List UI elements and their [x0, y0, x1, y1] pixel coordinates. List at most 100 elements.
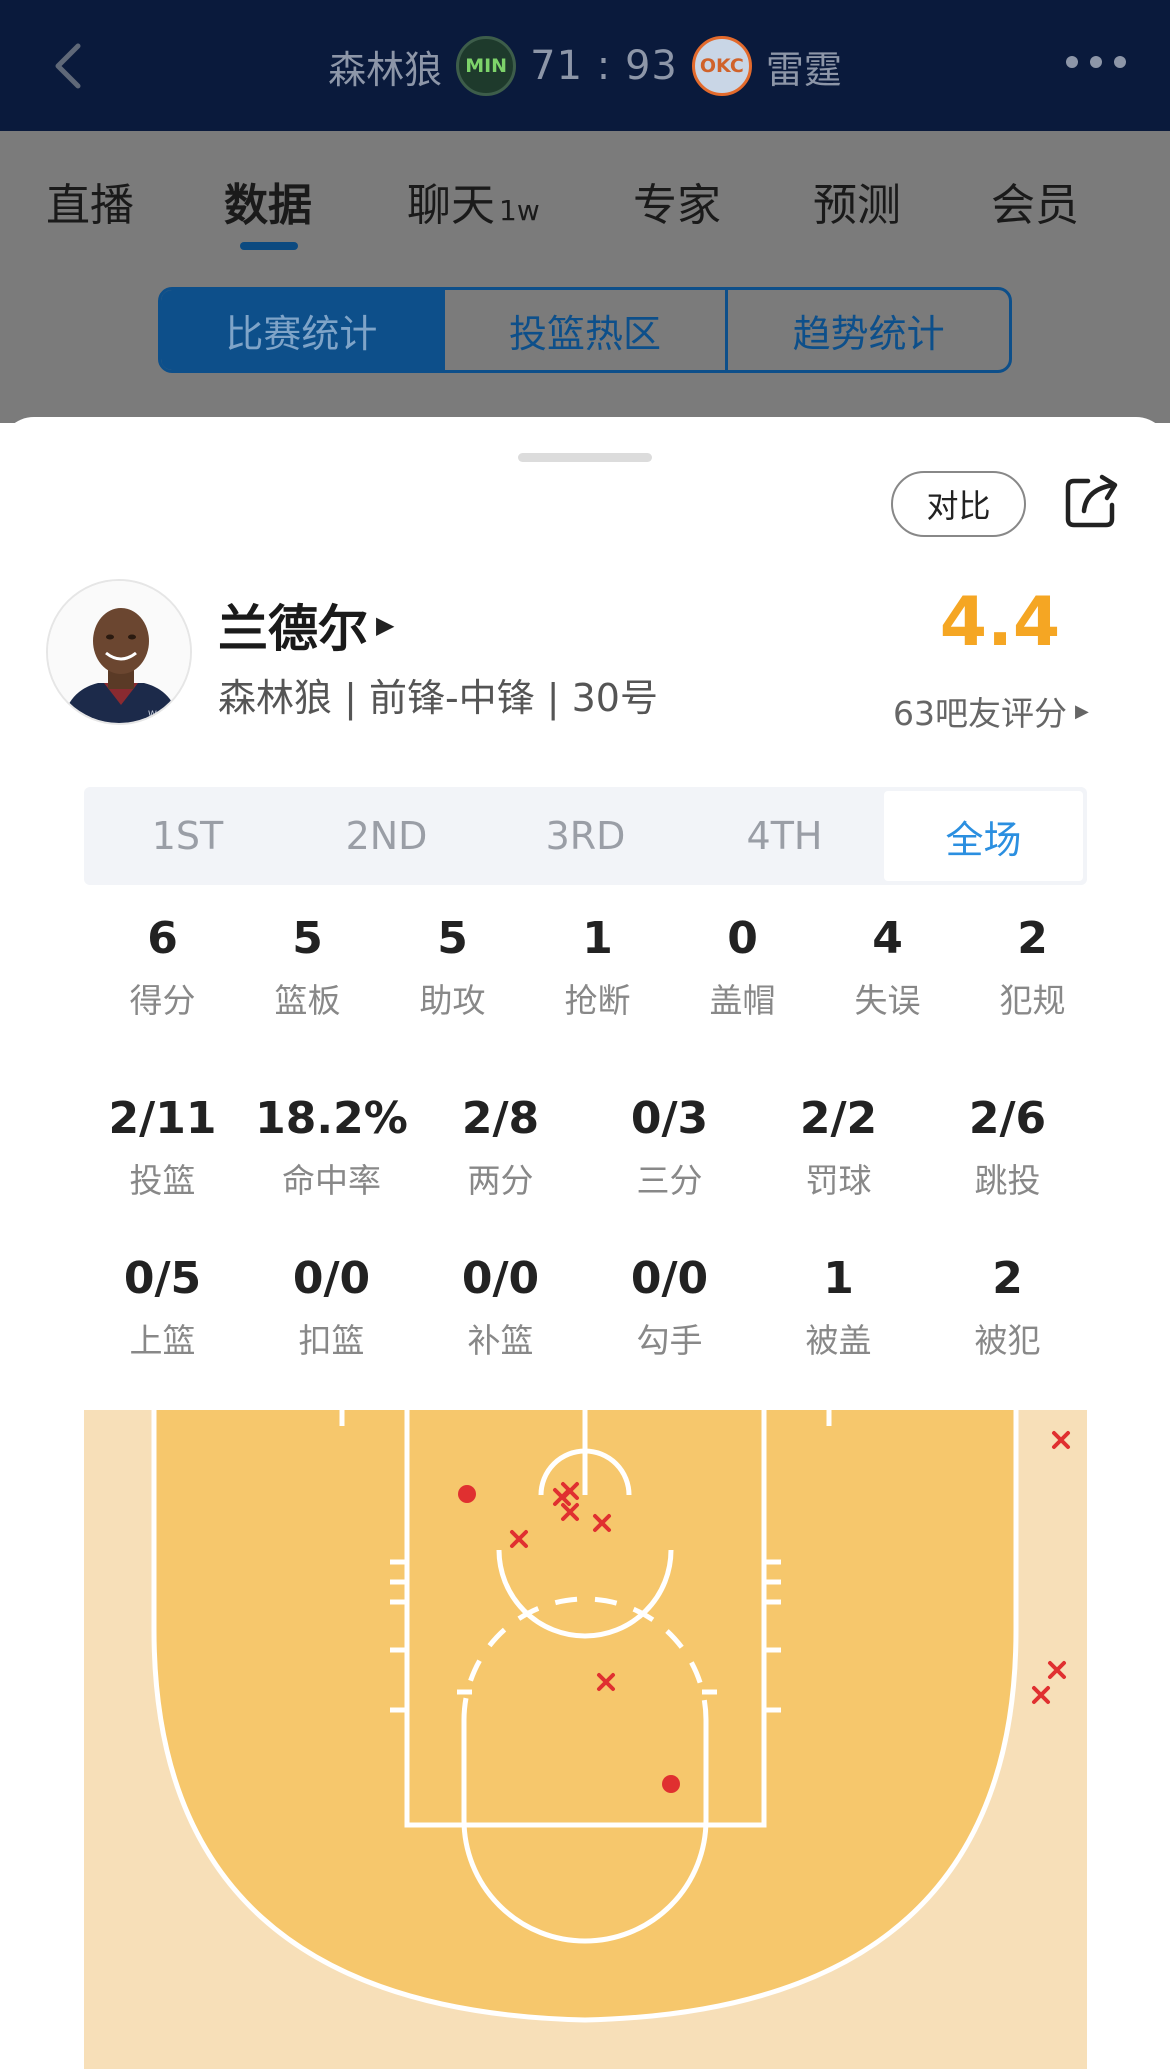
- rating-caption-link[interactable]: 63吧友评分 ▶: [893, 687, 1089, 735]
- quarter-4th[interactable]: 4TH: [685, 791, 884, 881]
- caret-right-icon: ▶: [376, 611, 395, 639]
- stat-fg-percentage: 18.2% 命中率: [247, 1093, 416, 1202]
- stat-field-goals: 2/11 投篮: [78, 1093, 247, 1202]
- stat-label: 罚球: [805, 1161, 872, 1200]
- sheet-grabber[interactable]: [518, 453, 652, 462]
- player-name: 兰德尔: [218, 600, 368, 658]
- stat-layups: 0/5 上篮: [78, 1253, 247, 1362]
- stat-label: 上篮: [129, 1321, 196, 1360]
- stat-value: 2: [1017, 913, 1048, 964]
- stat-hook-shots: 0/0 勾手: [585, 1253, 754, 1362]
- quarter-1st[interactable]: 1ST: [88, 791, 287, 881]
- home-team-name: 森林狼: [328, 47, 443, 92]
- stat-value: 4: [872, 913, 903, 964]
- share-icon[interactable]: [1062, 471, 1122, 531]
- stat-three-pointers: 0/3 三分: [585, 1093, 754, 1202]
- quarter-full-game[interactable]: 全场: [884, 791, 1083, 881]
- tab-membership[interactable]: 会员: [991, 169, 1079, 233]
- stat-label: 篮板: [274, 981, 341, 1020]
- stat-value: 0/3: [630, 1093, 709, 1144]
- stat-jump-shots: 2/6 跳投: [923, 1093, 1092, 1202]
- quarter-2nd[interactable]: 2ND: [287, 791, 486, 881]
- stat-label: 投篮: [129, 1161, 196, 1200]
- stat-free-throws: 2/2 罚球: [754, 1093, 923, 1202]
- shot-chart: [84, 1410, 1087, 2069]
- stat-value: 2: [992, 1253, 1023, 1304]
- caret-right-icon: ▶: [1075, 700, 1089, 722]
- tab-experts[interactable]: 专家: [633, 169, 721, 233]
- segment-shot-zones[interactable]: 投篮热区: [445, 290, 729, 370]
- tab-chat-badge: 1w: [499, 194, 540, 227]
- player-name-link[interactable]: 兰德尔 ▶: [218, 589, 394, 661]
- more-dots-icon[interactable]: [1066, 56, 1126, 76]
- away-team-name: 雷霆: [765, 47, 842, 92]
- tab-prediction[interactable]: 预测: [813, 169, 901, 233]
- stat-blocks: 0 盖帽: [670, 913, 815, 1022]
- stat-blocked: 1 被盖: [754, 1253, 923, 1362]
- stat-label: 失误: [854, 981, 921, 1020]
- stat-fouls: 2 犯规: [960, 913, 1105, 1022]
- stat-value: 0/5: [123, 1253, 202, 1304]
- made-shot-marker: [458, 1485, 476, 1503]
- player-rating: 4.4: [939, 583, 1061, 662]
- stat-value: 1: [823, 1253, 854, 1304]
- stat-value: 0/0: [292, 1253, 371, 1304]
- segment-game-stats[interactable]: 比赛统计: [161, 290, 445, 370]
- stat-steals: 1 抢断: [525, 913, 670, 1022]
- segment-trend-stats[interactable]: 趋势统计: [728, 290, 1009, 370]
- stat-label: 助攻: [419, 981, 486, 1020]
- stat-value: 0/0: [461, 1253, 540, 1304]
- player-meta: 森林狼 | 前锋-中锋 | 30号: [218, 676, 658, 720]
- svg-text:WOLVES: WOLVES: [148, 710, 186, 720]
- stat-label: 命中率: [282, 1161, 381, 1200]
- away-team-logo: OKC: [691, 36, 752, 96]
- stat-value: 0/0: [630, 1253, 709, 1304]
- court-three-point-area: [154, 1410, 1016, 2020]
- stat-value: 2/2: [799, 1093, 878, 1144]
- made-shot-marker: [662, 1775, 680, 1793]
- game-header: 森林狼 MIN 71 : 93 OKC 雷霆: [0, 0, 1170, 131]
- stat-label: 抢断: [564, 981, 631, 1020]
- stat-assists: 5 助攻: [380, 913, 525, 1022]
- rating-caption: 63吧友评分: [893, 694, 1067, 733]
- stat-rebounds: 5 篮板: [235, 913, 380, 1022]
- stat-label: 得分: [129, 981, 196, 1020]
- compare-button[interactable]: 对比: [891, 471, 1026, 537]
- shooting-stats-row: 2/11 投篮 18.2% 命中率 2/8 两分 0/3 三分 2/2 罚球 2/6 跳投: [78, 1093, 1098, 1202]
- score-line: 森林狼 MIN 71 : 93 OKC 雷霆: [0, 36, 1170, 96]
- stat-value: 5: [437, 913, 468, 964]
- stat-label: 两分: [467, 1161, 534, 1200]
- game-score: 71 : 93: [530, 43, 678, 89]
- stat-label: 扣篮: [298, 1321, 365, 1360]
- stat-value: 6: [147, 913, 178, 964]
- stat-label: 勾手: [636, 1321, 703, 1360]
- tab-data[interactable]: 数据: [224, 169, 312, 233]
- tab-chat[interactable]: 聊天 1w: [407, 169, 540, 233]
- stat-label: 犯规: [999, 981, 1066, 1020]
- stat-label: 被犯: [974, 1321, 1041, 1360]
- stat-dunks: 0/0 扣篮: [247, 1253, 416, 1362]
- stat-points: 6 得分: [90, 913, 235, 1022]
- stat-value: 2/11: [108, 1093, 217, 1144]
- basic-stats-row: 6 得分 5 篮板 5 助攻 1 抢断 0 盖帽 4 失误 2 犯规: [90, 913, 1110, 1022]
- stat-turnovers: 4 失误: [815, 913, 960, 1022]
- stat-fouled: 2 被犯: [923, 1253, 1092, 1362]
- stat-label: 盖帽: [709, 981, 776, 1020]
- tab-live[interactable]: 直播: [46, 169, 134, 233]
- stats-segment-control: 比赛统计 投篮热区 趋势统计: [158, 287, 1012, 373]
- stats-segment-area: 比赛统计 投篮热区 趋势统计: [0, 263, 1170, 423]
- stat-value: 18.2%: [255, 1093, 408, 1144]
- stat-value: 2/6: [968, 1093, 1047, 1144]
- quarter-3rd[interactable]: 3RD: [486, 791, 685, 881]
- home-team-logo: MIN: [456, 36, 517, 96]
- stat-value: 2/8: [461, 1093, 540, 1144]
- stat-label: 补篮: [467, 1321, 534, 1360]
- stat-label: 跳投: [974, 1161, 1041, 1200]
- tab-chat-label: 聊天: [407, 180, 495, 231]
- quarter-selector: 1ST 2ND 3RD 4TH 全场: [84, 787, 1087, 885]
- stat-label: 被盖: [805, 1321, 872, 1360]
- stat-value: 1: [582, 913, 613, 964]
- stat-tip-ins: 0/0 补篮: [416, 1253, 585, 1362]
- tab-indicator: [240, 242, 298, 250]
- stat-label: 三分: [636, 1161, 703, 1200]
